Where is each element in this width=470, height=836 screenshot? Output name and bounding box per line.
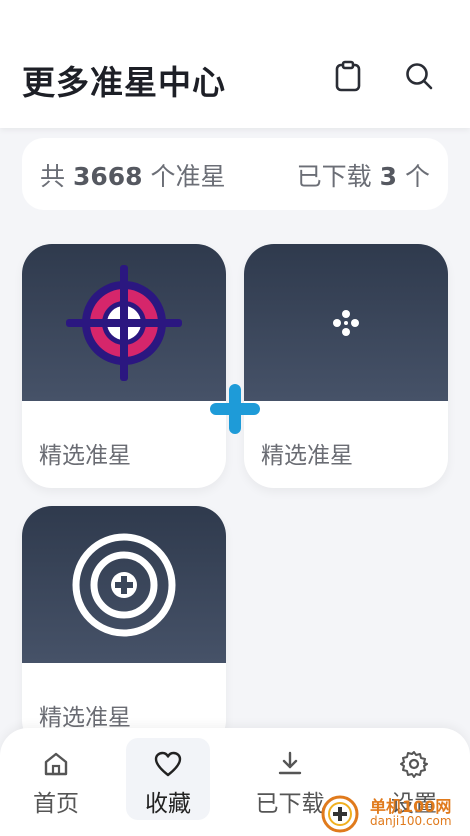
crosshair-card[interactable]: 精选准星 (22, 506, 226, 750)
card-thumbnail (22, 244, 226, 401)
nav-favorites[interactable]: 收藏 (126, 738, 210, 820)
crosshair-red-purple-icon (66, 264, 182, 381)
card-thumbnail (244, 244, 448, 401)
page-title: 更多准星中心 (22, 63, 226, 102)
nav-label: 首页 (33, 791, 79, 817)
card-label: 精选准星 (39, 705, 131, 731)
crosshair-card[interactable]: 精选准星 (244, 244, 448, 488)
plus-icon[interactable] (208, 382, 262, 436)
downloaded-count-text: 已下载 3 个 (296, 162, 430, 191)
nav-label: 收藏 (145, 791, 191, 817)
stats-bar: 共 3668 个准星 已下载 3 个 (22, 138, 448, 210)
heart-icon (153, 748, 183, 780)
gear-icon (400, 748, 428, 780)
nav-home[interactable]: 首页 (14, 738, 98, 820)
watermark-title: 单机100网 (370, 797, 452, 816)
app-header: 更多准星中心 (0, 0, 470, 128)
dot-cross-icon (333, 309, 359, 336)
card-thumbnail (22, 506, 226, 663)
search-icon[interactable] (401, 58, 437, 94)
home-icon (42, 748, 70, 780)
clipboard-icon[interactable] (330, 58, 366, 94)
ring-plus-icon (72, 533, 176, 636)
watermark-logo-icon (321, 795, 359, 833)
card-label: 精选准星 (39, 443, 131, 469)
crosshair-card[interactable]: 精选准星 (22, 244, 226, 488)
total-count-text: 共 3668 个准星 (40, 162, 226, 191)
download-icon (276, 748, 304, 780)
card-label: 精选准星 (261, 443, 353, 469)
watermark-sub: danji100.com (370, 814, 452, 828)
nav-label: 已下载 (255, 791, 325, 817)
watermark: 单机100网 danji100.com (320, 792, 470, 836)
